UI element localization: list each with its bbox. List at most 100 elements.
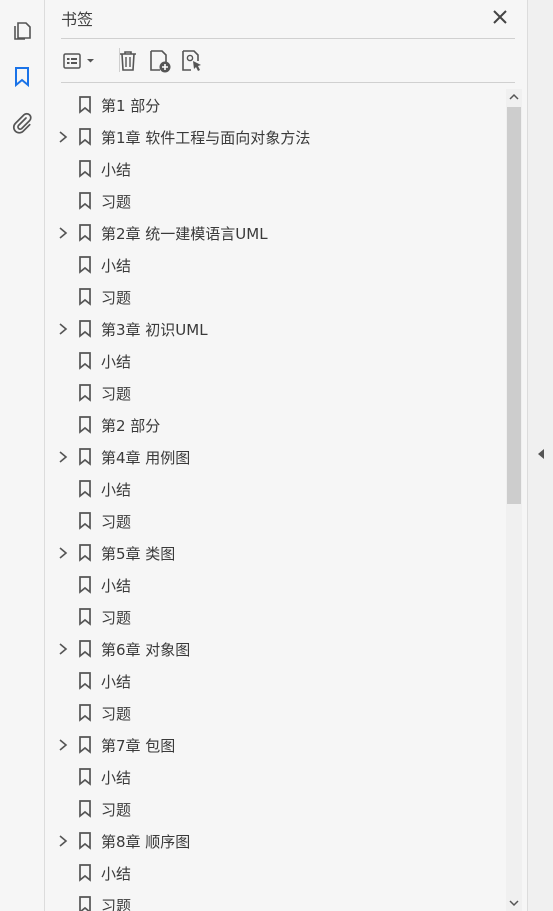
divider [61,38,515,39]
bookmark-icon [79,224,91,242]
bookmark-item[interactable]: 第4章 用例图 [45,441,507,473]
bookmark-item[interactable]: 习题 [45,505,507,537]
bookmark-icon [79,736,91,754]
bookmark-label: 小结 [101,673,132,691]
bookmark-icon [79,896,91,911]
bookmark-icon [79,864,91,882]
bookmark-icon [79,704,91,722]
bookmark-icon [79,640,91,658]
attachment-icon[interactable] [9,110,35,136]
bookmark-label: 第4章 用例图 [101,449,191,467]
bookmark-label: 第6章 对象图 [101,641,191,659]
pages-icon[interactable] [9,18,35,44]
bookmark-icon [79,288,91,306]
bookmark-label: 习题 [101,513,132,531]
bookmark-icon [79,192,91,210]
bookmark-icon [79,672,91,690]
bookmark-icon [79,576,91,594]
bookmark-icon [79,768,91,786]
bookmark-item[interactable]: 第2 部分 [45,409,507,441]
bookmark-label: 小结 [101,481,132,499]
chevron-right-icon[interactable] [56,130,70,144]
bookmark-icon [79,832,91,850]
bookmark-item[interactable]: 小结 [45,665,507,697]
options-menu-icon[interactable] [61,46,99,76]
bookmark-label: 小结 [101,161,132,179]
bookmark-icon [79,96,91,114]
bookmark-icon [79,256,91,274]
bookmark-label: 小结 [101,577,132,595]
bookmark-icon [79,128,91,146]
close-icon[interactable] [489,6,511,28]
bookmark-item[interactable]: 第6章 对象图 [45,633,507,665]
bookmark-item[interactable]: 小结 [45,249,507,281]
bookmarks-toolbar [61,44,515,78]
collapse-arrow-icon[interactable] [535,446,547,462]
bookmark-item[interactable]: 第5章 类图 [45,537,507,569]
scroll-down-icon[interactable] [506,895,522,911]
scrollbar[interactable] [506,89,522,911]
bookmark-label: 习题 [101,801,132,819]
bookmark-item[interactable]: 小结 [45,569,507,601]
bookmark-icon [79,480,91,498]
bookmark-item[interactable]: 习题 [45,281,507,313]
bookmark-label: 习题 [101,193,132,211]
bookmark-item[interactable]: 习题 [45,793,507,825]
bookmark-label: 习题 [101,289,132,307]
bookmark-icon [79,800,91,818]
bookmark-label: 习题 [101,385,132,403]
bookmark-icon [79,544,91,562]
chevron-right-icon[interactable] [56,642,70,656]
bookmark-item[interactable]: 第8章 顺序图 [45,825,507,857]
scroll-thumb[interactable] [507,107,521,504]
bookmark-label: 第5章 类图 [101,545,176,563]
bookmark-item[interactable]: 第3章 初识UML [45,313,507,345]
chevron-right-icon[interactable] [56,546,70,560]
bookmark-icon [79,448,91,466]
bookmark-label: 第8章 顺序图 [101,833,191,851]
bookmarks-panel: 书签 第1 部分 第1章 软件工程与面向对象方法 小结 习题 第2章 统一建模语… [45,0,527,911]
bookmark-label: 第1 部分 [101,97,161,115]
bookmark-label: 习题 [101,705,132,723]
bookmark-label: 小结 [101,865,132,883]
bookmark-label: 小结 [101,769,132,787]
bookmark-item[interactable]: 第1 部分 [45,89,507,121]
new-bookmark-icon[interactable] [143,46,177,76]
divider [61,82,515,83]
bookmark-icon[interactable] [9,64,35,90]
bookmark-label: 习题 [101,897,132,911]
bookmark-item[interactable]: 习题 [45,889,507,911]
delete-icon[interactable] [111,46,145,76]
bookmark-label: 习题 [101,609,132,627]
bookmark-item[interactable]: 小结 [45,857,507,889]
bookmark-label: 第1章 软件工程与面向对象方法 [101,129,311,147]
bookmark-label: 第2章 统一建模语言UML [101,225,268,243]
bookmark-item[interactable]: 第2章 统一建模语言UML [45,217,507,249]
bookmark-item[interactable]: 习题 [45,377,507,409]
bookmark-item[interactable]: 第7章 包图 [45,729,507,761]
bookmark-label: 小结 [101,257,132,275]
bookmark-icon [79,608,91,626]
left-rail [0,0,45,911]
bookmark-icon [79,384,91,402]
chevron-right-icon[interactable] [56,738,70,752]
bookmark-item[interactable]: 小结 [45,345,507,377]
chevron-right-icon[interactable] [56,226,70,240]
bookmark-item[interactable]: 第1章 软件工程与面向对象方法 [45,121,507,153]
chevron-right-icon[interactable] [56,450,70,464]
bookmark-from-selection-icon[interactable] [175,46,209,76]
chevron-right-icon[interactable] [56,322,70,336]
bookmark-icon [79,416,91,434]
bookmark-item[interactable]: 小结 [45,473,507,505]
bookmark-item[interactable]: 习题 [45,185,507,217]
bookmark-label: 第7章 包图 [101,737,176,755]
bookmark-item[interactable]: 小结 [45,761,507,793]
bookmark-item[interactable]: 习题 [45,697,507,729]
bookmark-label: 小结 [101,353,132,371]
chevron-right-icon[interactable] [56,834,70,848]
bookmark-item[interactable]: 小结 [45,153,507,185]
panel-collapse-strip[interactable] [527,0,553,911]
panel-title: 书签 [61,10,94,29]
scroll-up-icon[interactable] [506,89,522,105]
bookmark-item[interactable]: 习题 [45,601,507,633]
